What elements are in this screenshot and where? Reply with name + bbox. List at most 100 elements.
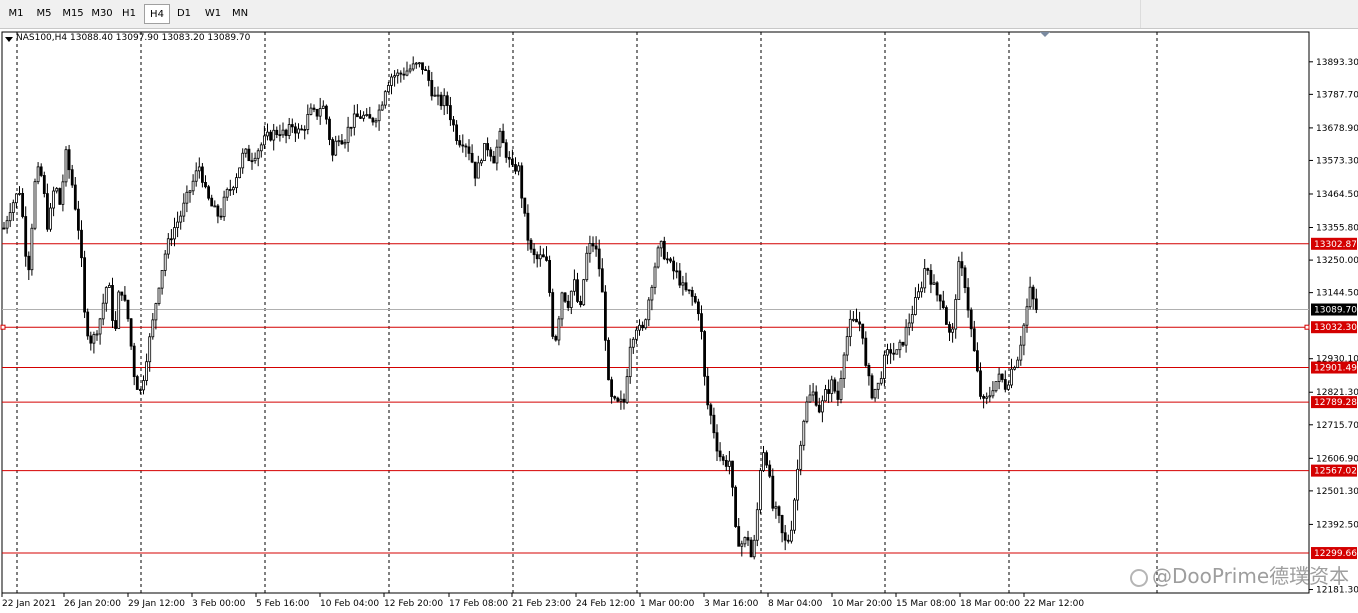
candle-body bbox=[324, 105, 328, 120]
candle-body bbox=[616, 397, 620, 402]
candle-body bbox=[929, 270, 933, 285]
candle-body bbox=[892, 352, 896, 355]
candle-body bbox=[774, 506, 778, 509]
x-tick-label: 18 Mar 00:00 bbox=[960, 599, 1020, 609]
candle-body bbox=[879, 378, 883, 384]
candle-body bbox=[538, 254, 542, 260]
x-tick-label: 24 Feb 12:00 bbox=[576, 599, 635, 609]
candle-body bbox=[49, 207, 52, 230]
chart-canvas[interactable]: 22 Jan 2021 26 Jan 20:00 29 Jan 12:00 3 Feb… bbox=[0, 30, 1358, 613]
candle-body bbox=[979, 370, 982, 397]
timeframe-button-h4[interactable]: H4 bbox=[144, 4, 170, 24]
toolbar-empty-area bbox=[1140, 0, 1358, 28]
candle-body bbox=[625, 376, 629, 403]
candle-body bbox=[1007, 384, 1010, 390]
level-handle-right bbox=[1304, 324, 1310, 330]
level-price-label: 12901.49 bbox=[1314, 364, 1357, 374]
y-tick-label: 13893.30 bbox=[1316, 58, 1358, 68]
candle-body bbox=[700, 313, 703, 332]
candle-body bbox=[814, 391, 818, 406]
candle-body bbox=[104, 287, 108, 304]
timeframe-button-m15[interactable]: M15 bbox=[59, 4, 87, 24]
candle-body bbox=[241, 152, 245, 169]
candle-body bbox=[200, 166, 204, 183]
timeframe-button-w1[interactable]: W1 bbox=[201, 4, 225, 24]
candle-body bbox=[824, 389, 827, 402]
candle-body bbox=[408, 68, 412, 72]
timeframe-button-mn[interactable]: MN bbox=[228, 4, 252, 24]
candle-body bbox=[166, 238, 170, 255]
candle-body bbox=[132, 345, 136, 377]
candle-body bbox=[421, 62, 424, 70]
candle-body bbox=[941, 300, 945, 308]
y-tick-label: 12501.30 bbox=[1316, 487, 1358, 497]
candle-body bbox=[938, 294, 942, 302]
candle-body bbox=[476, 162, 480, 179]
candle-body bbox=[169, 238, 173, 241]
candle-body bbox=[901, 341, 905, 346]
candle-body bbox=[309, 107, 313, 115]
timeframe-button-m30[interactable]: M30 bbox=[88, 4, 116, 24]
candle-body bbox=[737, 526, 741, 547]
candle-body bbox=[374, 120, 378, 123]
candle-body bbox=[604, 291, 607, 341]
candle-body bbox=[402, 73, 406, 76]
candle-body bbox=[290, 124, 294, 128]
candle-body bbox=[495, 146, 499, 164]
candle-body bbox=[573, 279, 576, 292]
candle-body bbox=[886, 349, 889, 356]
candle-body bbox=[427, 70, 431, 81]
candle-body bbox=[796, 468, 799, 501]
timeframe-button-m1[interactable]: M1 bbox=[4, 4, 28, 24]
candle-body bbox=[852, 318, 855, 321]
candle-body bbox=[848, 318, 852, 338]
candle-body bbox=[163, 253, 167, 271]
y-tick-label: 13787.70 bbox=[1316, 90, 1358, 100]
candle-body bbox=[42, 175, 46, 194]
candle-body bbox=[138, 389, 142, 391]
candle-body bbox=[907, 322, 911, 328]
candle-body bbox=[535, 254, 539, 260]
wechat-icon bbox=[1130, 568, 1148, 587]
candle-body bbox=[176, 221, 180, 228]
x-tick-label: 21 Feb 23:00 bbox=[512, 599, 571, 609]
candle-body bbox=[523, 197, 527, 214]
candle-body bbox=[346, 126, 350, 143]
y-tick-label: 13464.50 bbox=[1316, 190, 1358, 200]
candle-body bbox=[833, 379, 837, 392]
timeframe-button-h1[interactable]: H1 bbox=[117, 4, 141, 24]
timeframe-button-d1[interactable]: D1 bbox=[172, 4, 196, 24]
candle-body bbox=[768, 464, 772, 477]
candle-body bbox=[501, 130, 505, 144]
timeframe-button-m5[interactable]: M5 bbox=[31, 4, 57, 24]
y-tick-label: 12392.50 bbox=[1316, 520, 1358, 530]
x-tick-label: 15 Mar 08:00 bbox=[896, 599, 956, 609]
candle-body bbox=[839, 378, 843, 400]
level-price-label: 12567.02 bbox=[1314, 467, 1357, 477]
price-chart[interactable]: 22 Jan 2021 26 Jan 20:00 29 Jan 12:00 3 Feb… bbox=[0, 30, 1358, 613]
candle-body bbox=[312, 107, 316, 110]
candle-body bbox=[148, 336, 152, 363]
symbol-menu-arrow-icon[interactable] bbox=[5, 37, 13, 42]
candle-body bbox=[945, 307, 948, 325]
candle-body bbox=[359, 116, 362, 119]
candle-body bbox=[250, 160, 254, 163]
current-price-label: 13089.70 bbox=[1314, 306, 1357, 316]
level-price-label: 12299.66 bbox=[1314, 549, 1357, 559]
candle-body bbox=[231, 187, 235, 191]
candle-body bbox=[721, 456, 725, 461]
candle-body bbox=[935, 282, 939, 296]
x-tick-label: 17 Feb 08:00 bbox=[449, 599, 508, 609]
candle-body bbox=[228, 189, 232, 191]
y-tick-label: 13678.90 bbox=[1316, 124, 1358, 134]
candle-body bbox=[883, 354, 886, 379]
candle-body bbox=[284, 129, 288, 136]
level-price-label: 13032.30 bbox=[1314, 323, 1357, 333]
candle-body bbox=[259, 144, 263, 152]
candle-body bbox=[417, 62, 421, 65]
candle-body bbox=[638, 324, 641, 331]
candle-body bbox=[362, 114, 366, 119]
candle-body bbox=[855, 318, 858, 323]
candle-body bbox=[399, 72, 403, 75]
candle-body bbox=[14, 193, 18, 204]
